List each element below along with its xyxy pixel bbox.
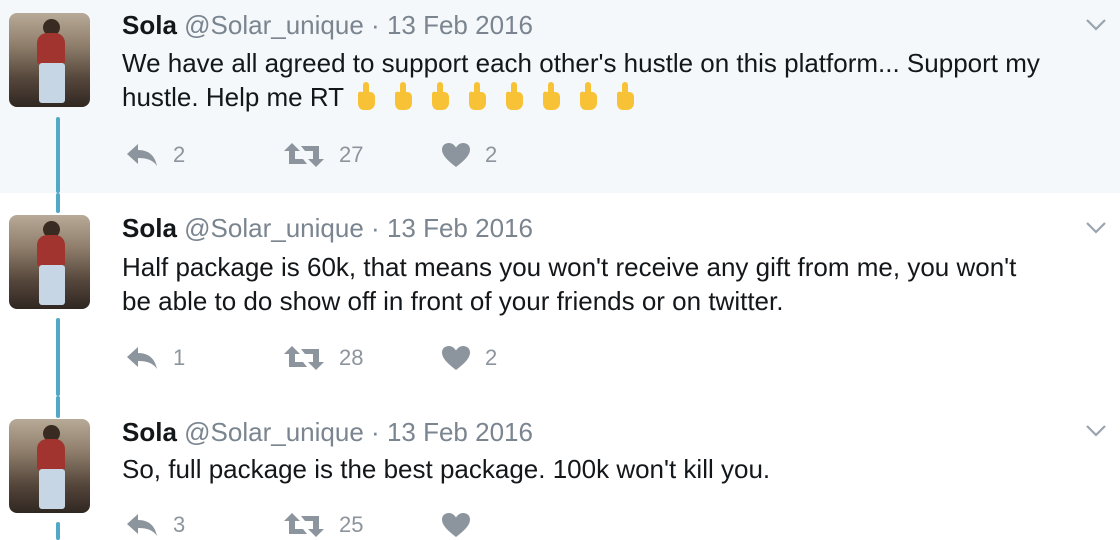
heart-icon: [442, 143, 470, 167]
reply-icon: [127, 514, 157, 536]
display-name[interactable]: Sola: [122, 10, 177, 40]
tweet-3[interactable]: Sola @Solar_unique · 13 Feb 2016 So, ful…: [0, 396, 1120, 540]
timestamp[interactable]: 13 Feb 2016: [387, 10, 533, 40]
tweet-header: Sola @Solar_unique · 13 Feb 2016: [122, 10, 533, 40]
timestamp[interactable]: 13 Feb 2016: [387, 213, 533, 243]
retweet-icon: [284, 513, 324, 537]
tweet-text: So, full package is the best package. 10…: [122, 452, 1107, 486]
reply-button[interactable]: 2: [125, 142, 185, 168]
retweet-count: 25: [339, 512, 364, 537]
avatar-legs: [39, 265, 65, 305]
tweet-header: Sola @Solar_unique · 13 Feb 2016: [122, 213, 533, 243]
tweet-header: Sola @Solar_unique · 13 Feb 2016: [122, 417, 533, 447]
reply-button[interactable]: 3: [125, 512, 185, 538]
reply-count: 3: [173, 512, 186, 537]
thread-line: [56, 318, 60, 396]
display-name[interactable]: Sola: [122, 417, 177, 447]
reply-count: 2: [173, 142, 186, 167]
handle[interactable]: @Solar_unique: [184, 417, 364, 447]
thread-line: [56, 522, 60, 540]
pointing-up-hand-emoji: [431, 82, 449, 110]
avatar[interactable]: [9, 13, 90, 107]
like-button[interactable]: 2: [441, 345, 497, 371]
chevron-down-icon[interactable]: [1084, 12, 1108, 36]
like-button[interactable]: 2: [441, 142, 497, 168]
chevron-down-icon[interactable]: [1084, 215, 1108, 239]
tweet-text-line: Half package is 60k, that means you won'…: [122, 252, 1017, 282]
reply-icon: [127, 347, 157, 369]
like-count: 2: [485, 142, 498, 167]
avatar-legs: [39, 469, 65, 509]
emoji-row: [351, 82, 647, 112]
avatar[interactable]: [9, 419, 90, 513]
like-button[interactable]: [441, 512, 471, 538]
reply-icon: [127, 144, 157, 166]
retweet-button[interactable]: 27: [283, 142, 363, 168]
like-count: 2: [485, 345, 498, 370]
timestamp[interactable]: 13 Feb 2016: [387, 417, 533, 447]
display-name[interactable]: Sola: [122, 213, 177, 243]
chevron-down-icon[interactable]: [1084, 418, 1108, 442]
retweet-button[interactable]: 25: [283, 512, 363, 538]
avatar-legs: [39, 63, 65, 103]
handle[interactable]: @Solar_unique: [184, 213, 364, 243]
pointing-up-hand-emoji: [394, 82, 412, 110]
tweet-text: We have all agreed to support each other…: [122, 46, 1107, 114]
heart-icon: [442, 513, 470, 537]
retweet-icon: [284, 143, 324, 167]
separator: ·: [371, 213, 380, 243]
handle[interactable]: @Solar_unique: [184, 10, 364, 40]
heart-icon: [442, 346, 470, 370]
retweet-icon: [284, 346, 324, 370]
avatar[interactable]: [9, 215, 90, 309]
tweet-text: Half package is 60k, that means you won'…: [122, 250, 1107, 318]
tweet-text-line: We have all agreed to support each other…: [122, 48, 1040, 78]
retweet-count: 27: [339, 142, 364, 167]
pointing-up-hand-emoji: [468, 82, 486, 110]
avatar-torso: [37, 33, 65, 65]
tweet-2[interactable]: Sola @Solar_unique · 13 Feb 2016 Half pa…: [0, 193, 1120, 396]
tweet-text-line: So, full package is the best package. 10…: [122, 454, 771, 484]
avatar-torso: [37, 235, 65, 267]
separator: ·: [371, 10, 380, 40]
retweet-count: 28: [339, 345, 364, 370]
pointing-up-hand-emoji: [616, 82, 634, 110]
thread-line: [56, 396, 60, 418]
tweet-text-line: be able to do show off in front of your …: [122, 286, 784, 316]
reply-count: 1: [173, 345, 186, 370]
pointing-up-hand-emoji: [357, 82, 375, 110]
pointing-up-hand-emoji: [579, 82, 597, 110]
tweet-1[interactable]: Sola @Solar_unique · 13 Feb 2016 We have…: [0, 0, 1120, 193]
pointing-up-hand-emoji: [505, 82, 523, 110]
tweet-text-line: hustle. Help me RT: [122, 82, 344, 112]
thread-line: [56, 193, 60, 213]
thread-line: [56, 117, 60, 193]
retweet-button[interactable]: 28: [283, 345, 363, 371]
separator: ·: [371, 417, 380, 447]
pointing-up-hand-emoji: [542, 82, 560, 110]
reply-button[interactable]: 1: [125, 345, 185, 371]
avatar-torso: [37, 439, 65, 471]
